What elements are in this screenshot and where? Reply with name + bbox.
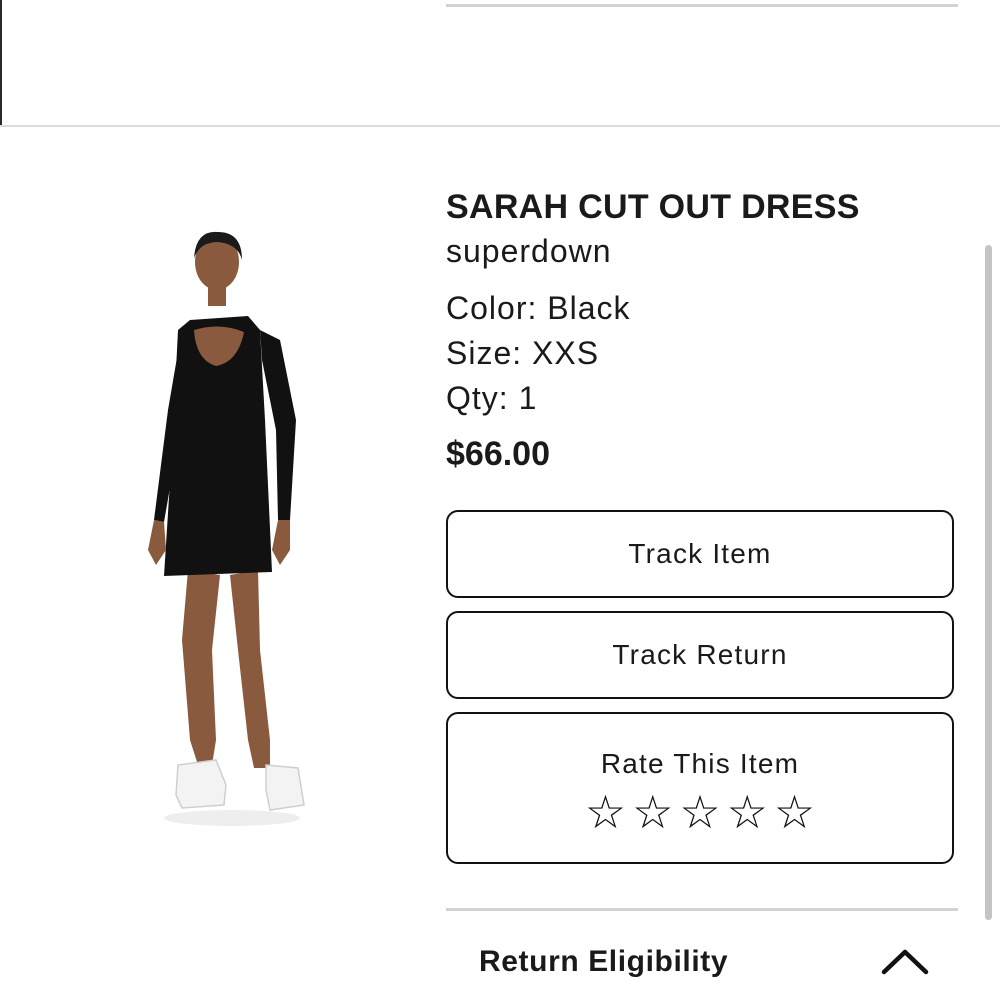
product-quantity: Qty: 1 bbox=[446, 380, 538, 416]
star-rating: ☆ ☆ ☆ ☆ ☆ bbox=[448, 788, 952, 836]
top-divider bbox=[446, 4, 958, 7]
scrollbar[interactable] bbox=[985, 245, 992, 920]
star-icon-5[interactable]: ☆ bbox=[774, 788, 815, 836]
product-price: $66.00 bbox=[446, 435, 550, 473]
return-eligibility-title[interactable]: Return Eligibility bbox=[479, 945, 728, 979]
track-return-button[interactable]: Track Return bbox=[446, 611, 954, 699]
track-return-label: Track Return bbox=[612, 639, 788, 670]
star-icon-1[interactable]: ☆ bbox=[585, 788, 626, 836]
product-image[interactable] bbox=[120, 220, 330, 840]
track-item-label: Track Item bbox=[628, 538, 772, 569]
rate-item-label: Rate This Item bbox=[600, 748, 800, 779]
left-edge-border bbox=[0, 0, 2, 126]
star-icon-4[interactable]: ☆ bbox=[727, 788, 768, 836]
product-title: SARAH CUT OUT DRESS bbox=[446, 188, 860, 226]
return-divider bbox=[446, 908, 958, 911]
track-item-button[interactable]: Track Item bbox=[446, 510, 954, 598]
product-size: Size: XXS bbox=[446, 335, 600, 371]
product-brand[interactable]: superdown bbox=[446, 233, 612, 270]
section-divider bbox=[0, 125, 1000, 127]
star-icon-3[interactable]: ☆ bbox=[679, 788, 720, 836]
chevron-up-icon[interactable] bbox=[880, 944, 930, 978]
rate-item-box: Rate This Item ☆ ☆ ☆ ☆ ☆ bbox=[446, 712, 954, 864]
product-color: Color: Black bbox=[446, 290, 631, 326]
star-icon-2[interactable]: ☆ bbox=[632, 788, 673, 836]
